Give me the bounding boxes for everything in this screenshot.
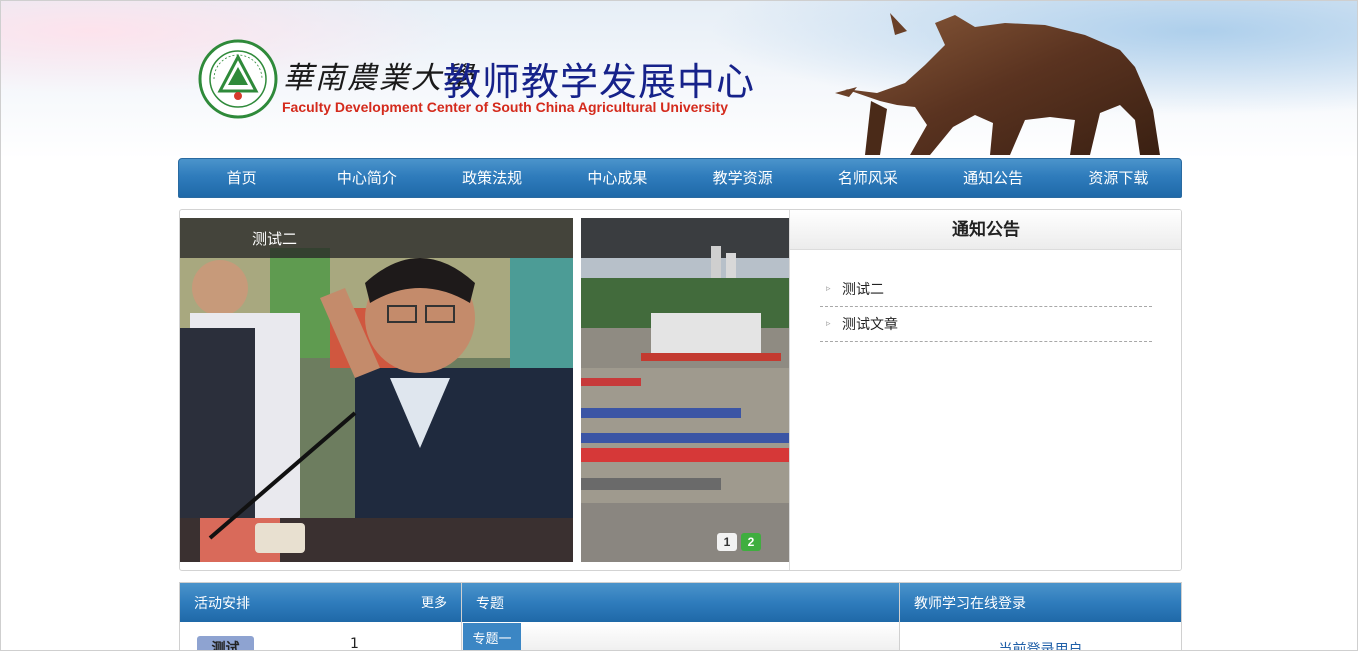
activity-number: 1 [350,636,359,651]
speaker-photo [180,218,573,562]
nav-item-teachers[interactable]: 名师风采 [805,159,930,197]
page: 華南農業大學 教师教学发展中心 Faculty Development Cent… [0,0,1358,651]
activity-panel-header: 活动安排 更多 [180,583,461,622]
slideshow-image-speaker[interactable]: 测试二 [180,218,573,562]
activity-tag[interactable]: 测试 [197,636,254,650]
notice-list: ▹ 测试二 ▹ 测试文章 [820,272,1152,342]
campus-fair-photo [581,218,789,562]
notice-link[interactable]: 测试文章 [842,314,898,334]
nav-item-resources[interactable]: 教学资源 [680,159,805,197]
current-user-label: 当前登录用户 [998,642,1083,651]
slide-pagination: 1 2 [717,533,761,551]
list-item[interactable]: ▹ 测试二 [820,272,1152,307]
nav-item-achievements[interactable]: 中心成果 [555,159,680,197]
nav-item-policy[interactable]: 政策法规 [430,159,555,197]
nav-item-about[interactable]: 中心简介 [304,159,429,197]
notice-link[interactable]: 测试二 [842,279,884,299]
nav-item-home[interactable]: 首页 [179,159,304,197]
slide-dot-1[interactable]: 1 [717,533,737,551]
activity-panel: 活动安排 更多 测试 1 [179,582,462,651]
login-panel-header: 教师学习在线登录 [900,583,1181,622]
bullet-arrow-icon: ▹ [826,319,831,329]
slide-caption-bar: 测试二 [180,218,573,258]
notice-panel-title: 通知公告 [790,210,1181,250]
activity-panel-title: 活动安排 [194,596,250,612]
topic-panel-header: 专题 [462,583,899,622]
site-title: 教师教学发展中心 [443,60,756,104]
topic-panel: 专题 专题一 [461,582,900,650]
main-content-box: 测试二 1 2 通知公告 ▹ 测试二 ▹ 测试文章 [179,209,1182,571]
nav-item-downloads[interactable]: 资源下载 [1056,159,1181,197]
activity-more-link[interactable]: 更多 [421,583,447,625]
login-panel-title: 教师学习在线登录 [914,596,1026,612]
notice-panel: 通知公告 ▹ 测试二 ▹ 测试文章 [789,210,1181,570]
list-item[interactable]: ▹ 测试文章 [820,307,1152,342]
slideshow-image-campus-fair[interactable] [581,218,789,562]
bull-statue-icon [835,13,1160,155]
slide-caption: 测试二 [252,230,298,248]
nav-item-notices[interactable]: 通知公告 [931,159,1056,197]
tab-topic-1[interactable]: 专题一 [463,623,521,650]
topic-panel-title: 专题 [476,596,504,612]
login-panel: 教师学习在线登录 当前登录用户 [899,582,1182,651]
main-nav: 首页 中心简介 政策法规 中心成果 教学资源 名师风采 通知公告 资源下载 [178,158,1182,198]
slide-dot-2[interactable]: 2 [741,533,761,551]
bullet-arrow-icon: ▹ [826,284,831,294]
topic-tab-strip [462,623,899,650]
site-subtitle-en: Faculty Development Center of South Chin… [282,99,728,115]
university-seal-icon [198,39,278,119]
